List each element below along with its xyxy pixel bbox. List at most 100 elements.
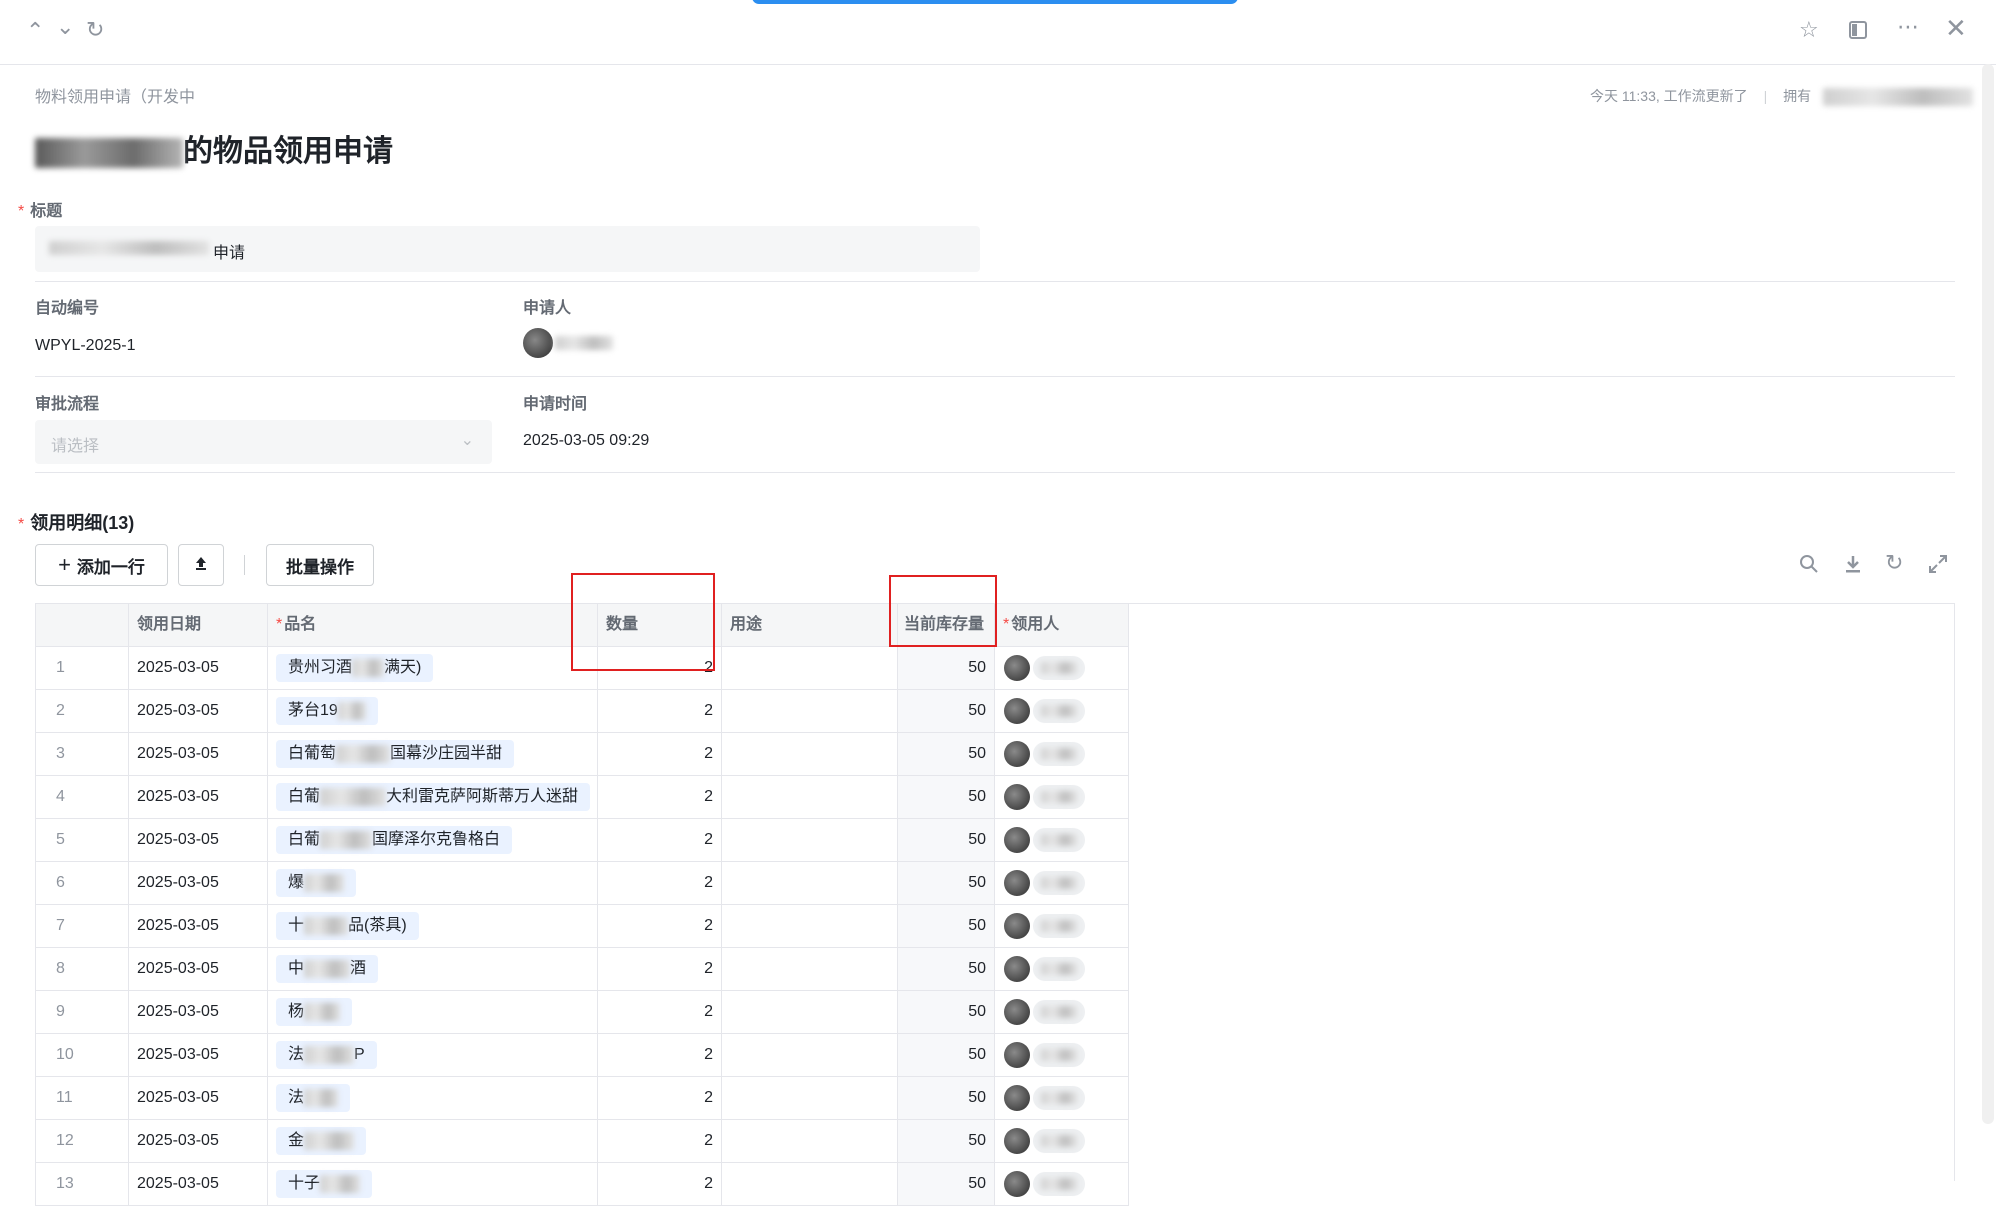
table-row[interactable]: 12 2025-03-05 金 2 50 [36, 1120, 1129, 1163]
table-row[interactable]: 7 2025-03-05 十 品(茶具) 2 50 [36, 905, 1129, 948]
table-row[interactable]: 3 2025-03-05 白葡萄 国幕沙庄园半甜 2 50 [36, 733, 1129, 776]
recipient-cell[interactable] [995, 690, 1129, 732]
recipient-cell[interactable] [995, 948, 1129, 990]
use-cell[interactable] [722, 819, 898, 861]
chevron-up-icon[interactable]: ⌃ [26, 20, 44, 42]
use-cell[interactable] [722, 1077, 898, 1119]
date-cell[interactable]: 2025-03-05 [129, 1034, 268, 1076]
name-cell[interactable]: 茅台19 [268, 690, 598, 732]
col-header-name[interactable]: * 品名 [268, 604, 598, 646]
name-cell[interactable]: 法 [268, 1077, 598, 1119]
name-cell[interactable]: 爆 [268, 862, 598, 904]
date-cell[interactable]: 2025-03-05 [129, 1120, 268, 1162]
recipient-cell[interactable] [995, 647, 1129, 689]
close-icon[interactable]: ✕ [1945, 15, 1967, 41]
recipient-cell[interactable] [995, 819, 1129, 861]
name-cell[interactable]: 法P [268, 1034, 598, 1076]
chevron-down-icon[interactable]: ⌄ [56, 16, 74, 38]
title-input[interactable]: 申请 [35, 226, 980, 272]
table-row[interactable]: 11 2025-03-05 法 2 50 [36, 1077, 1129, 1120]
item-name-masked [304, 916, 349, 935]
use-cell[interactable] [722, 1034, 898, 1076]
recipient-cell[interactable] [995, 1034, 1129, 1076]
col-header-date[interactable]: 领用日期 [129, 604, 268, 646]
name-cell[interactable]: 白葡 国摩泽尔克鲁格白 [268, 819, 598, 861]
recipient-cell[interactable] [995, 733, 1129, 775]
qty-cell[interactable]: 2 [598, 1034, 722, 1076]
qty-cell[interactable]: 2 [598, 776, 722, 818]
use-cell[interactable] [722, 647, 898, 689]
qty-cell[interactable]: 2 [598, 690, 722, 732]
qty-cell[interactable]: 2 [598, 1077, 722, 1119]
add-row-button[interactable]: + 添加一行 [35, 544, 168, 586]
table-row[interactable]: 13 2025-03-05 十子 2 50 [36, 1163, 1129, 1206]
date-cell[interactable]: 2025-03-05 [129, 733, 268, 775]
date-cell[interactable]: 2025-03-05 [129, 1077, 268, 1119]
date-cell[interactable]: 2025-03-05 [129, 991, 268, 1033]
table-row[interactable]: 5 2025-03-05 白葡 国摩泽尔克鲁格白 2 50 [36, 819, 1129, 862]
qty-cell[interactable]: 2 [598, 1120, 722, 1162]
name-cell[interactable]: 中酒 [268, 948, 598, 990]
table-row[interactable]: 4 2025-03-05 白葡 大利雷克萨阿斯蒂万人迷甜 2 50 [36, 776, 1129, 819]
recipient-cell[interactable] [995, 991, 1129, 1033]
name-cell[interactable]: 白葡 大利雷克萨阿斯蒂万人迷甜 [268, 776, 598, 818]
sidebar-toggle-icon[interactable] [1848, 20, 1868, 44]
fullscreen-icon[interactable] [1927, 553, 1949, 581]
date-cell[interactable]: 2025-03-05 [129, 862, 268, 904]
use-cell[interactable] [722, 905, 898, 947]
qty-cell[interactable]: 2 [598, 948, 722, 990]
recipient-cell[interactable] [995, 1163, 1129, 1205]
qty-cell[interactable]: 2 [598, 819, 722, 861]
use-cell[interactable] [722, 1163, 898, 1205]
upload-button[interactable] [178, 544, 224, 586]
use-cell[interactable] [722, 1120, 898, 1162]
col-header-use[interactable]: 用途 [722, 604, 898, 646]
recipient-cell[interactable] [995, 862, 1129, 904]
name-cell[interactable]: 贵州习酒 满天) [268, 647, 598, 689]
date-cell[interactable]: 2025-03-05 [129, 948, 268, 990]
table-row[interactable]: 10 2025-03-05 法 P 2 50 [36, 1034, 1129, 1077]
use-cell[interactable] [722, 690, 898, 732]
table-row[interactable]: 6 2025-03-05 爆 2 50 [36, 862, 1129, 905]
use-cell[interactable] [722, 733, 898, 775]
table-row[interactable]: 9 2025-03-05 杨 2 50 [36, 991, 1129, 1034]
download-icon[interactable] [1842, 553, 1864, 581]
use-cell[interactable] [722, 776, 898, 818]
recipient-cell[interactable] [995, 1120, 1129, 1162]
name-cell[interactable]: 金 [268, 1120, 598, 1162]
flow-select[interactable]: 请选择 ⌄ [35, 420, 492, 464]
name-cell[interactable]: 十子 [268, 1163, 598, 1205]
name-cell[interactable]: 十 品(茶具) [268, 905, 598, 947]
col-header-recipient[interactable]: * 领用人 [995, 604, 1129, 646]
refresh-icon[interactable]: ↻ [1885, 550, 1903, 576]
search-icon[interactable] [1798, 553, 1820, 581]
star-icon[interactable]: ☆ [1799, 19, 1819, 41]
table-row[interactable]: 8 2025-03-05 中酒 2 50 [36, 948, 1129, 991]
recipient-cell[interactable] [995, 905, 1129, 947]
refresh-icon[interactable]: ↻ [86, 19, 104, 41]
recipient-cell[interactable] [995, 1077, 1129, 1119]
date-cell[interactable]: 2025-03-05 [129, 690, 268, 732]
date-cell[interactable]: 2025-03-05 [129, 905, 268, 947]
date-cell[interactable]: 2025-03-05 [129, 819, 268, 861]
recipient-cell[interactable] [995, 776, 1129, 818]
item-name-tail: 满天) [384, 659, 422, 676]
use-cell[interactable] [722, 948, 898, 990]
meta-divider: | [1763, 88, 1768, 104]
name-cell[interactable]: 杨 [268, 991, 598, 1033]
qty-cell[interactable]: 2 [598, 991, 722, 1033]
batch-operation-button[interactable]: 批量操作 [266, 544, 374, 586]
qty-cell[interactable]: 2 [598, 733, 722, 775]
scrollbar[interactable] [1982, 64, 1994, 1124]
qty-cell[interactable]: 2 [598, 905, 722, 947]
use-cell[interactable] [722, 991, 898, 1033]
name-cell[interactable]: 白葡萄 国幕沙庄园半甜 [268, 733, 598, 775]
qty-cell[interactable]: 2 [598, 1163, 722, 1205]
qty-cell[interactable]: 2 [598, 862, 722, 904]
table-row[interactable]: 2 2025-03-05 茅台19 2 50 [36, 690, 1129, 733]
date-cell[interactable]: 2025-03-05 [129, 1163, 268, 1205]
use-cell[interactable] [722, 862, 898, 904]
date-cell[interactable]: 2025-03-05 [129, 647, 268, 689]
date-cell[interactable]: 2025-03-05 [129, 776, 268, 818]
more-icon[interactable]: ⋯ [1897, 16, 1919, 38]
